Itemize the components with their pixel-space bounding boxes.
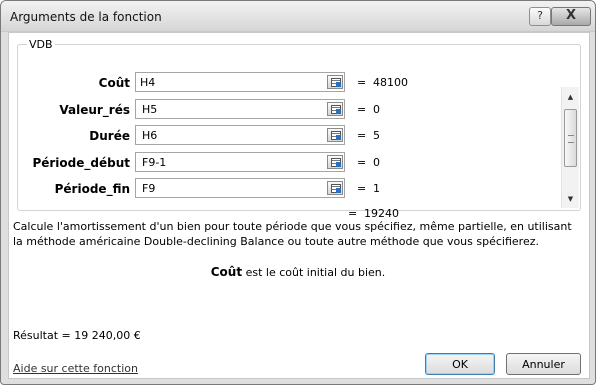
- argument-result: 48100: [373, 76, 408, 89]
- dialog-titlebar[interactable]: Arguments de la fonction ? X: [1, 1, 595, 32]
- dialog-content: VDB Coût H4 = 48100 Valeur_rés H5 = 0 Du…: [8, 32, 590, 379]
- argument-help: Coût est le coût initial du bien.: [13, 265, 583, 279]
- equals-sign: =: [357, 76, 367, 89]
- argument-row-valeur-res: Valeur_rés H5 = 0: [18, 99, 580, 121]
- range-arrow-icon: [336, 188, 341, 193]
- function-name: VDB: [27, 38, 55, 51]
- argument-input-duree[interactable]: H6: [135, 125, 345, 145]
- argument-result: 5: [373, 129, 380, 142]
- argument-label: Valeur_rés: [59, 103, 130, 117]
- help-link[interactable]: Aide sur cette fonction: [13, 362, 138, 375]
- scroll-down-arrow-icon[interactable]: ▼: [562, 193, 579, 205]
- argument-label: Durée: [89, 129, 130, 143]
- collapse-dialog-button[interactable]: [327, 181, 343, 195]
- grip-icon: [568, 135, 574, 143]
- range-arrow-icon: [336, 109, 341, 114]
- collapse-dialog-button[interactable]: [327, 155, 343, 169]
- argument-row-periode-debut: Période_début F9-1 = 0: [18, 152, 580, 174]
- equals-sign: =: [357, 103, 367, 116]
- function-group: VDB Coût H4 = 48100 Valeur_rés H5 = 0 Du…: [17, 38, 581, 211]
- help-button[interactable]: ?: [529, 7, 551, 26]
- dialog-title: Arguments de la fonction: [10, 10, 162, 24]
- argument-label: Période_début: [32, 156, 130, 170]
- scroll-thumb[interactable]: [564, 109, 577, 167]
- current-argument-name: Coût: [210, 265, 243, 279]
- argument-row-cout: Coût H4 = 48100: [18, 72, 580, 94]
- argument-input-cout[interactable]: H4: [135, 72, 345, 92]
- scroll-up-arrow-icon[interactable]: ▲: [562, 91, 579, 103]
- argument-label: Coût: [98, 76, 130, 90]
- current-argument-help: est le coût initial du bien.: [245, 266, 386, 279]
- cancel-button[interactable]: Annuler: [506, 353, 581, 375]
- collapse-dialog-button[interactable]: [327, 102, 343, 116]
- argument-row-periode-fin: Période_fin F9 = 1: [18, 178, 580, 200]
- formula-result: Résultat = 19 240,00 €: [13, 329, 141, 342]
- collapse-dialog-button[interactable]: [327, 75, 343, 89]
- result-label: Résultat =: [13, 329, 71, 342]
- range-arrow-icon: [336, 135, 341, 140]
- range-arrow-icon: [336, 82, 341, 87]
- argument-input-periode-debut[interactable]: F9-1: [135, 152, 345, 172]
- function-arguments-dialog: Arguments de la fonction ? X VDB Coût H4…: [0, 0, 596, 385]
- argument-result: 0: [373, 103, 380, 116]
- argument-result: 0: [373, 156, 380, 169]
- function-description: Calcule l'amortissement d'un bien pour t…: [13, 220, 572, 248]
- argument-input-valeur-res[interactable]: H5: [135, 99, 345, 119]
- equals-sign: =: [357, 129, 367, 142]
- result-value: 19 240,00 €: [74, 329, 141, 342]
- range-arrow-icon: [336, 162, 341, 167]
- argument-row-duree: Durée H6 = 5: [18, 125, 580, 147]
- ok-button[interactable]: OK: [425, 353, 495, 375]
- argument-result: 1: [373, 182, 380, 195]
- equals-sign: =: [357, 182, 367, 195]
- close-button[interactable]: X: [551, 7, 591, 26]
- collapse-dialog-button[interactable]: [327, 128, 343, 142]
- equals-sign: =: [357, 156, 367, 169]
- argument-label: Période_fin: [54, 182, 130, 196]
- arguments-scrollbar[interactable]: ▲ ▼: [561, 87, 579, 208]
- argument-input-periode-fin[interactable]: F9: [135, 178, 345, 198]
